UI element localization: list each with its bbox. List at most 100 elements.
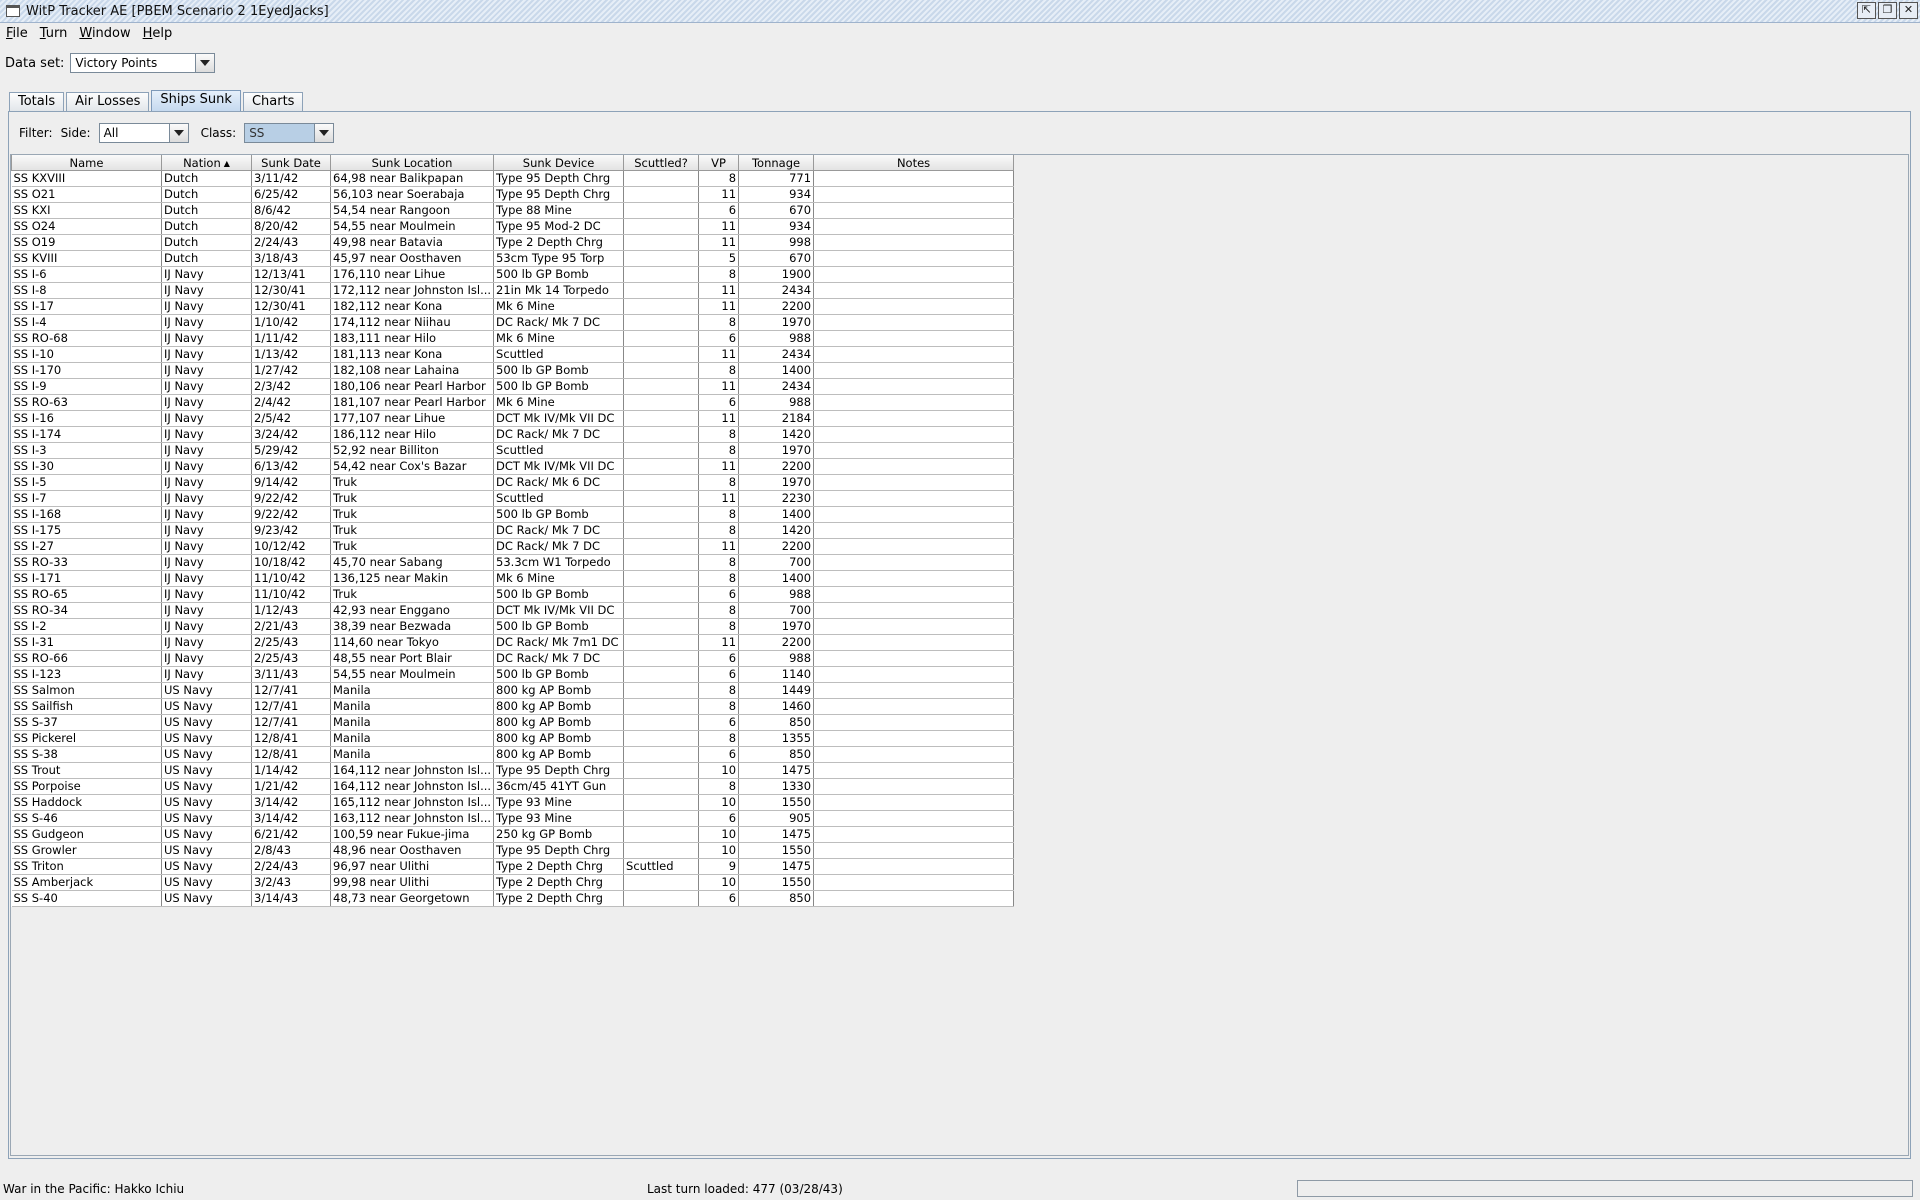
table-row[interactable]: SS S-38 US Navy 12/8/41 Manila 800 kg AP Bom…	[11, 746, 1015, 763]
col-sunk-date-cell: 3/11/42	[251, 170, 331, 187]
col-vp-cell: 11	[698, 410, 740, 427]
col-notes-cell	[813, 346, 1015, 363]
table-row[interactable]: SS I-30 IJ Navy 6/13/42 54,42 near Cox's Ba…	[11, 458, 1015, 475]
menu-bar: File Turn Window Help	[0, 23, 1920, 44]
menu-file[interactable]: File	[0, 26, 34, 41]
table-row[interactable]: SS I-175 IJ Navy 9/23/42 Truk DC Rack/ Mk 7 …	[11, 522, 1015, 539]
menu-turn[interactable]: Turn	[34, 26, 74, 41]
col-name-header[interactable]: Name	[11, 155, 162, 171]
table-row[interactable]: SS O24 Dutch 8/20/42 54,55 near Moulmein Typ…	[11, 218, 1015, 235]
table-row[interactable]: SS I-168 IJ Navy 9/22/42 Truk 500 lb GP Bomb…	[11, 506, 1015, 523]
col-tonnage-header[interactable]: Tonnage	[738, 155, 815, 171]
col-nation-header[interactable]: Nation ▲	[161, 155, 252, 171]
table-row[interactable]: SS I-31 IJ Navy 2/25/43 114,60 near Tokyo DC…	[11, 634, 1015, 651]
table-row[interactable]: SS O21 Dutch 6/25/42 56,103 near Soerabaja T…	[11, 186, 1015, 203]
col-sunk-location-header[interactable]: Sunk Location	[329, 155, 495, 171]
chevron-down-icon[interactable]	[168, 124, 188, 142]
table-row[interactable]: SS Gudgeon US Navy 6/21/42 100,59 near Fuku…	[11, 826, 1015, 843]
col-scuttled-cell	[623, 362, 700, 379]
col-vp-cell: 11	[698, 378, 740, 395]
col-notes-cell	[813, 682, 1015, 699]
table-row[interactable]: SS I-170 IJ Navy 1/27/42 182,108 near Lahai…	[11, 362, 1015, 379]
table-row[interactable]: SS Salmon US Navy 12/7/41 Manila 800 kg AP B…	[11, 682, 1015, 699]
col-scuttled-cell	[623, 602, 700, 619]
table-row[interactable]: SS I-27 IJ Navy 10/12/42 Truk DC Rack/ Mk 7 …	[11, 538, 1015, 555]
table-row[interactable]: SS KVIII Dutch 3/18/43 45,97 near Oosthaven…	[11, 250, 1015, 267]
table-row[interactable]: SS RO-63 IJ Navy 2/4/42 181,107 near Pearl …	[11, 394, 1015, 411]
col-sunk-date-cell: 8/20/42	[251, 218, 331, 235]
col-name-cell: SS I-6	[11, 266, 162, 283]
table-row[interactable]: SS I-171 IJ Navy 11/10/42 136,125 near Maki…	[11, 570, 1015, 587]
table-row[interactable]: SS I-17 IJ Navy 12/30/41 182,112 near Kona M…	[11, 298, 1015, 315]
table-row[interactable]: SS I-9 IJ Navy 2/3/42 180,106 near Pearl Ha…	[11, 378, 1015, 395]
table-row[interactable]: SS S-37 US Navy 12/7/41 Manila 800 kg AP Bom…	[11, 714, 1015, 731]
table-row[interactable]: SS I-174 IJ Navy 3/24/42 186,112 near Hilo D…	[11, 426, 1015, 443]
col-notes-cell	[813, 746, 1015, 763]
table-row[interactable]: SS Haddock US Navy 3/14/42 165,112 near Joh…	[11, 794, 1015, 811]
table-row[interactable]: SS RO-34 IJ Navy 1/12/43 42,93 near Enggano…	[11, 602, 1015, 619]
table-row[interactable]: SS KXI Dutch 8/6/42 54,54 near Rangoon Type …	[11, 202, 1015, 219]
col-vp-header[interactable]: VP	[698, 155, 740, 171]
col-sunk-location-cell: 174,112 near Niihau	[330, 314, 495, 331]
chevron-down-icon[interactable]	[195, 54, 215, 72]
class-select[interactable]: SS	[244, 123, 335, 143]
tab-totals[interactable]: Totals	[9, 92, 65, 111]
dataset-select[interactable]: Victory Points	[70, 53, 216, 73]
table-row[interactable]: SS I-10 IJ Navy 1/13/42 181,113 near Kona Sc…	[11, 346, 1015, 363]
col-vp-cell: 6	[698, 202, 740, 219]
close-icon[interactable]: ✕	[1899, 2, 1918, 19]
table-row[interactable]: SS I-2 IJ Navy 2/21/43 38,39 near Bezwada 50…	[11, 618, 1015, 635]
chevron-down-icon[interactable]	[314, 124, 334, 142]
table-row[interactable]: SS I-7 IJ Navy 9/22/42 Truk Scuttled 11 2230	[11, 490, 1015, 507]
menu-window[interactable]: Window	[73, 26, 136, 41]
table-row[interactable]: SS O19 Dutch 2/24/43 49,98 near Batavia Type…	[11, 234, 1015, 251]
col-nation-cell: Dutch	[161, 234, 252, 251]
col-sunk-location-cell: 56,103 near Soerabaja	[330, 186, 495, 203]
table-row[interactable]: SS RO-66 IJ Navy 2/25/43 48,55 near Port Bl…	[11, 650, 1015, 667]
col-sunk-date-cell: 11/10/42	[251, 570, 331, 587]
table-row[interactable]: SS I-4 IJ Navy 1/10/42 174,112 near Niihau D…	[11, 314, 1015, 331]
tab-air-losses[interactable]: Air Losses	[66, 92, 150, 111]
table-row[interactable]: SS S-46 US Navy 3/14/42 163,112 near Johnst…	[11, 810, 1015, 827]
col-scuttled-header[interactable]: Scuttled?	[623, 155, 700, 171]
table-row[interactable]: SS Trout US Navy 1/14/42 164,112 near Johns…	[11, 762, 1015, 779]
col-sunk-location-cell: Manila	[330, 730, 495, 747]
maximize-icon[interactable]: ❐	[1878, 2, 1897, 19]
col-name-cell: SS I-3	[11, 442, 162, 459]
tab-charts[interactable]: Charts	[242, 92, 304, 111]
table-row[interactable]: SS Growler US Navy 2/8/43 48,96 near Oostha…	[11, 842, 1015, 859]
col-nation-cell: IJ Navy	[161, 586, 252, 603]
table-row[interactable]: SS Pickerel US Navy 12/8/41 Manila 800 kg AP…	[11, 730, 1015, 747]
restore-icon[interactable]: ⇱	[1857, 2, 1876, 19]
col-vp-cell: 10	[698, 842, 740, 859]
table-row[interactable]: SS I-5 IJ Navy 9/14/42 Truk DC Rack/ Mk 6 DC…	[11, 474, 1015, 491]
table-row[interactable]: SS I-6 IJ Navy 12/13/41 176,110 near Lihue 5…	[11, 266, 1015, 283]
col-notes-cell	[813, 314, 1015, 331]
table-row[interactable]: SS Sailfish US Navy 12/7/41 Manila 800 kg AP…	[11, 698, 1015, 715]
table-row[interactable]: SS RO-68 IJ Navy 1/11/42 183,111 near Hilo M…	[11, 330, 1015, 347]
col-nation-cell: US Navy	[161, 794, 252, 811]
table-row[interactable]: SS S-40 US Navy 3/14/43 48,73 near Georgeto…	[11, 890, 1015, 907]
table-row[interactable]: SS KXVIII Dutch 3/11/42 64,98 near Balikpap…	[11, 170, 1015, 187]
col-notes-cell	[813, 186, 1015, 203]
menu-help[interactable]: Help	[137, 26, 179, 41]
col-sunk-device-header[interactable]: Sunk Device	[493, 155, 625, 171]
col-vp-cell: 8	[698, 266, 740, 283]
table-row[interactable]: SS I-3 IJ Navy 5/29/42 52,92 near Billiton S…	[11, 442, 1015, 459]
col-sunk-date-header[interactable]: Sunk Date	[251, 155, 331, 171]
table-row[interactable]: SS Porpoise US Navy 1/21/42 164,112 near Jo…	[11, 778, 1015, 795]
table-row[interactable]: SS RO-65 IJ Navy 11/10/42 Truk 500 lb GP Bom…	[11, 586, 1015, 603]
table-row[interactable]: SS I-16 IJ Navy 2/5/42 177,107 near Lihue DC…	[11, 410, 1015, 427]
table-row[interactable]: SS I-123 IJ Navy 3/11/43 54,55 near Moulmei…	[11, 666, 1015, 683]
table-row[interactable]: SS Amberjack US Navy 3/2/43 99,98 near Ulit…	[11, 874, 1015, 891]
col-notes-header[interactable]: Notes	[813, 155, 1015, 171]
table-row[interactable]: SS Triton US Navy 2/24/43 96,97 near Ulithi…	[11, 858, 1015, 875]
col-tonnage-cell: 850	[738, 746, 815, 763]
side-select[interactable]: All	[98, 123, 189, 143]
col-scuttled-cell: Scuttled	[623, 858, 700, 875]
table-row[interactable]: SS I-8 IJ Navy 12/30/41 172,112 near Johnst…	[11, 282, 1015, 299]
tab-ships-sunk[interactable]: Ships Sunk	[151, 90, 241, 111]
table-row[interactable]: SS RO-33 IJ Navy 10/18/42 45,70 near Sabang…	[11, 554, 1015, 571]
class-value: SS	[245, 124, 315, 142]
col-nation-cell: US Navy	[161, 778, 252, 795]
